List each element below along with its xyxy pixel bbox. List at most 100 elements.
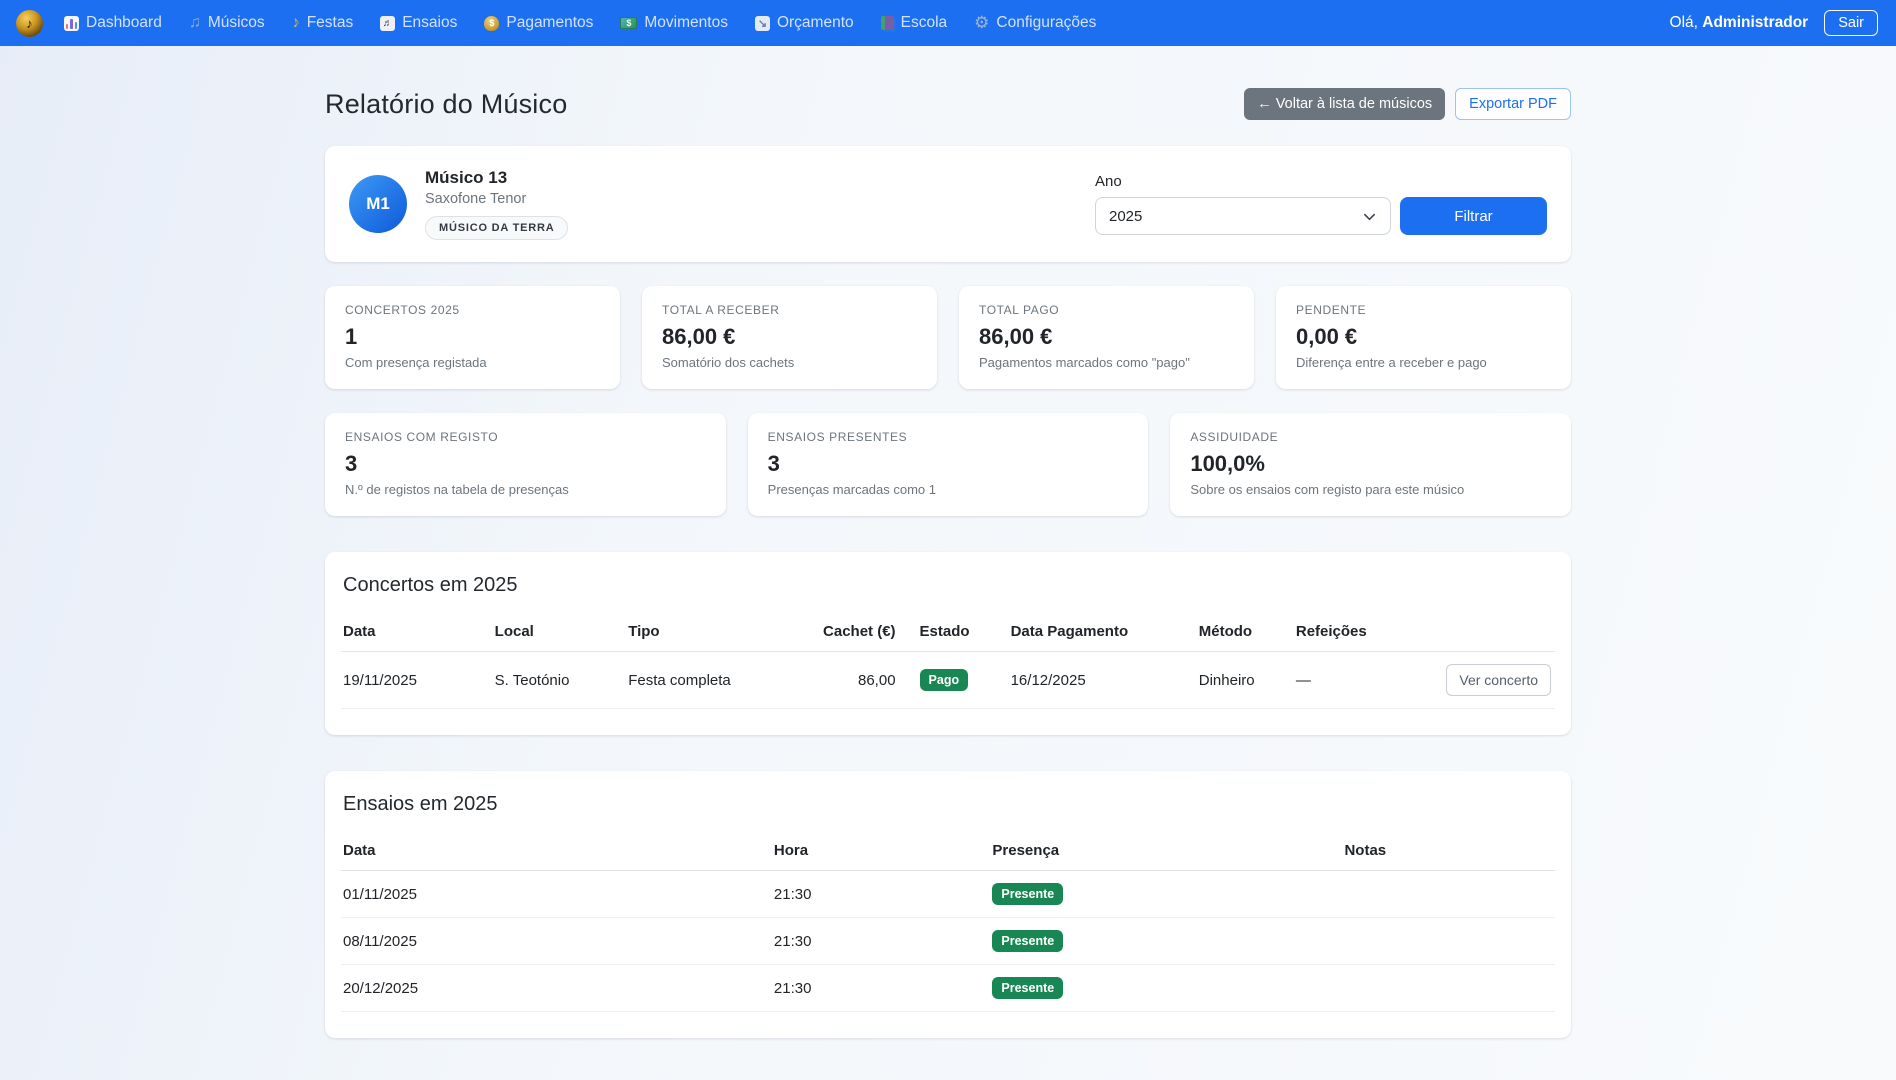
concerts-section: Concertos em 2025 Data Local Tipo Cachet… <box>325 552 1571 735</box>
chart-down-icon: ↘ <box>755 16 770 31</box>
stat-card-concertos: CONCERTOS 2025 1 Com presença registada <box>325 286 620 389</box>
stat-value: 1 <box>345 324 600 350</box>
presence-badge: Presente <box>992 930 1063 952</box>
year-filter: Ano 2025 Filtrar <box>1095 173 1547 235</box>
stat-label: ENSAIOS COM REGISTO <box>345 430 706 444</box>
user-greeting: Olá, Administrador <box>1670 14 1809 32</box>
concerts-title: Concertos em 2025 <box>341 574 1555 597</box>
col-header-local: Local <box>487 613 621 652</box>
cell-local: S. Teotónio <box>487 652 621 709</box>
concerts-header-row: Data Local Tipo Cachet (€) Estado Data P… <box>341 613 1555 652</box>
export-pdf-button[interactable]: Exportar PDF <box>1455 88 1571 120</box>
nav-item-configuracoes[interactable]: ⚙ Configurações <box>974 13 1096 33</box>
stat-value: 0,00 € <box>1296 324 1551 350</box>
logout-button[interactable]: Sair <box>1824 10 1878 36</box>
stat-card-total-pago: TOTAL PAGO 86,00 € Pagamentos marcados c… <box>959 286 1254 389</box>
nav-label: Escola <box>901 14 948 32</box>
nav-label: Configurações <box>996 14 1096 32</box>
col-header-data: Data <box>341 613 487 652</box>
stat-card-ensaios-presentes: ENSAIOS PRESENTES 3 Presenças marcadas c… <box>748 413 1149 516</box>
page-title: Relatório do Músico <box>325 89 567 120</box>
year-select[interactable]: 2025 <box>1095 197 1391 235</box>
table-row: 20/12/2025 21:30 Presente <box>341 965 1555 1012</box>
rehearsals-title: Ensaios em 2025 <box>341 793 1555 816</box>
stat-value: 3 <box>345 451 706 477</box>
stat-caption: Somatório dos cachets <box>662 355 917 370</box>
stat-label: TOTAL PAGO <box>979 303 1234 317</box>
bar-chart-icon <box>64 16 79 31</box>
user-name: Administrador <box>1702 14 1808 31</box>
table-row: 19/11/2025 S. Teotónio Festa completa 86… <box>341 652 1555 709</box>
stat-value: 3 <box>768 451 1129 477</box>
header-actions: ← Voltar à lista de músicos Exportar PDF <box>1244 88 1571 120</box>
stat-label: TOTAL A RECEBER <box>662 303 917 317</box>
music-notes-icon: ♫ <box>189 14 201 32</box>
saxophone-icon: ♪ <box>290 13 302 32</box>
col-header-estado: Estado <box>912 613 1003 652</box>
cell-presenca: Presente <box>984 871 1336 918</box>
back-to-musicians-button[interactable]: ← Voltar à lista de músicos <box>1244 88 1445 120</box>
nav-item-festas[interactable]: ♪ Festas <box>292 14 354 32</box>
status-badge-pago: Pago <box>920 669 969 691</box>
nav-item-pagamentos[interactable]: $ Pagamentos <box>484 14 593 32</box>
cell-data: 20/12/2025 <box>341 965 766 1012</box>
nav-item-dashboard[interactable]: Dashboard <box>64 14 162 32</box>
stat-label: CONCERTOS 2025 <box>345 303 600 317</box>
musician-card: M1 Músico 13 Saxofone Tenor MÚSICO DA TE… <box>325 146 1571 262</box>
col-header-data-pagamento: Data Pagamento <box>1003 613 1191 652</box>
nav-label: Dashboard <box>86 14 162 32</box>
nav-label: Movimentos <box>644 14 728 32</box>
cell-notas <box>1336 871 1555 918</box>
nav-menu: Dashboard ♫ Músicos ♪ Festas ♬ Ensaios $… <box>64 13 1096 33</box>
musician-instrument: Saxofone Tenor <box>425 191 568 207</box>
nav-item-orcamento[interactable]: ↘ Orçamento <box>755 14 854 32</box>
nav-label: Orçamento <box>777 14 854 32</box>
cell-cachet: 86,00 <box>814 652 911 709</box>
year-select-value: 2025 <box>1109 208 1142 225</box>
cell-action: Ver concerto <box>1385 652 1555 709</box>
cell-tipo: Festa completa <box>620 652 814 709</box>
stat-card-pendente: PENDENTE 0,00 € Diferença entre a recebe… <box>1276 286 1571 389</box>
nav-item-movimentos[interactable]: $ Movimentos <box>620 14 728 32</box>
table-row: 08/11/2025 21:30 Presente <box>341 918 1555 965</box>
rehearsals-table: Data Hora Presença Notas 01/11/2025 21:3… <box>341 832 1555 1012</box>
col-header-tipo: Tipo <box>620 613 814 652</box>
greeting-text: Olá, <box>1670 14 1698 31</box>
cell-notas <box>1336 965 1555 1012</box>
table-row: 01/11/2025 21:30 Presente <box>341 871 1555 918</box>
cell-data: 19/11/2025 <box>341 652 487 709</box>
navbar-right: Olá, Administrador Sair <box>1670 10 1878 36</box>
concerts-table: Data Local Tipo Cachet (€) Estado Data P… <box>341 613 1555 709</box>
gear-icon: ⚙ <box>974 13 989 33</box>
stat-caption: N.º de registos na tabela de presenças <box>345 482 706 497</box>
col-header-notas: Notas <box>1336 832 1555 871</box>
nav-item-ensaios[interactable]: ♬ Ensaios <box>380 14 457 32</box>
stat-caption: Sobre os ensaios com registo para este m… <box>1190 482 1551 497</box>
col-header-actions <box>1385 613 1555 652</box>
presence-badge: Presente <box>992 883 1063 905</box>
col-header-data: Data <box>341 832 766 871</box>
rehearsals-header-row: Data Hora Presença Notas <box>341 832 1555 871</box>
stat-caption: Diferença entre a receber e pago <box>1296 355 1551 370</box>
money-transfer-icon: $ <box>620 17 637 29</box>
cell-data: 01/11/2025 <box>341 871 766 918</box>
stat-caption: Com presença registada <box>345 355 600 370</box>
col-header-metodo: Método <box>1191 613 1288 652</box>
nav-item-musicos[interactable]: ♫ Músicos <box>189 14 265 32</box>
musician-info: M1 Músico 13 Saxofone Tenor MÚSICO DA TE… <box>349 168 568 240</box>
musician-type-badge: MÚSICO DA TERRA <box>425 216 568 240</box>
cell-data-pagamento: 16/12/2025 <box>1003 652 1191 709</box>
nav-item-escola[interactable]: Escola <box>881 14 948 32</box>
col-header-refeicoes: Refeições <box>1288 613 1385 652</box>
brass-instrument-logo[interactable]: ♪ <box>16 10 43 37</box>
view-concert-button[interactable]: Ver concerto <box>1446 664 1551 696</box>
stat-value: 86,00 € <box>662 324 917 350</box>
page-header: Relatório do Músico ← Voltar à lista de … <box>325 88 1571 120</box>
musician-name: Músico 13 <box>425 168 568 188</box>
stat-card-ensaios-registo: ENSAIOS COM REGISTO 3 N.º de registos na… <box>325 413 726 516</box>
cell-hora: 21:30 <box>766 965 985 1012</box>
cell-presenca: Presente <box>984 965 1336 1012</box>
filter-button[interactable]: Filtrar <box>1400 197 1547 235</box>
year-label: Ano <box>1095 173 1547 190</box>
nav-label: Pagamentos <box>506 14 593 32</box>
